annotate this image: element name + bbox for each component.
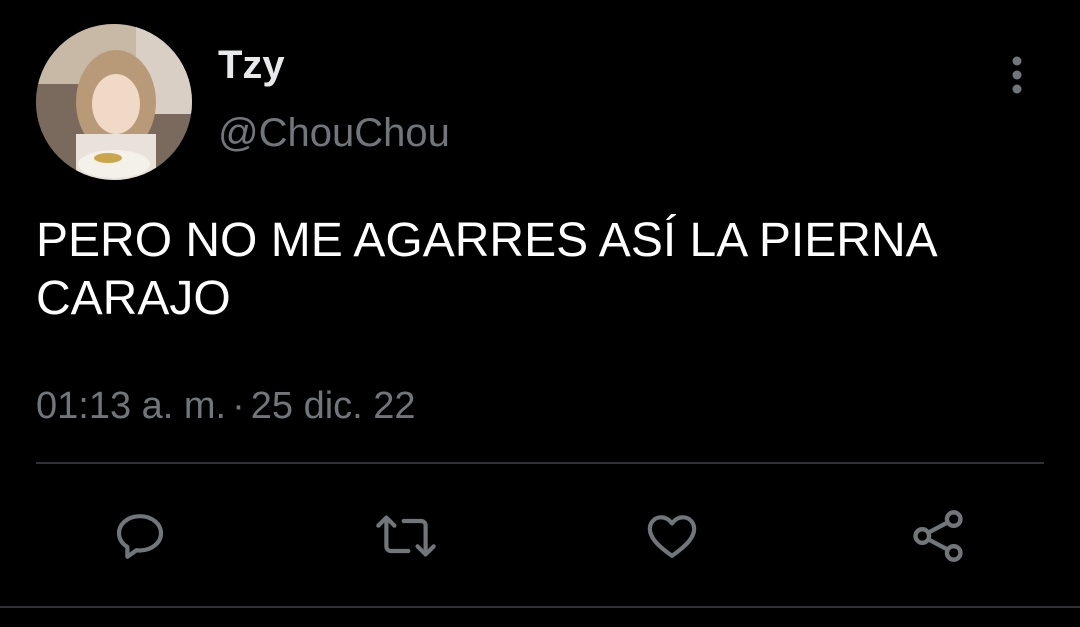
avatar[interactable] (36, 24, 192, 180)
retweet-button[interactable] (374, 504, 438, 568)
tweet-text: PERO NO ME AGARRES ASÍ LA PIERNA CARAJO (36, 214, 938, 325)
bottom-divider (0, 606, 1080, 608)
display-name[interactable]: Tzy (218, 42, 285, 88)
heart-icon (647, 515, 697, 558)
share-button[interactable] (906, 504, 970, 568)
tweet-timestamp[interactable]: 01:13 a. m. · 25 dic. 22 (36, 384, 416, 428)
timestamp-separator: · (232, 385, 245, 427)
divider (36, 462, 1044, 464)
avatar-photo (36, 24, 192, 180)
reply-icon (116, 514, 164, 559)
more-vertical-icon (1012, 56, 1022, 94)
share-icon (913, 510, 963, 562)
user-handle[interactable]: @ChouChou (218, 110, 450, 156)
tweet-card: Tzy @ChouChou PERO NO ME AGARRES ASÍ LA … (0, 0, 1080, 627)
reply-button[interactable] (108, 504, 172, 568)
retweet-icon (376, 515, 436, 557)
like-button[interactable] (640, 504, 704, 568)
tweet-date: 25 dic. 22 (250, 385, 416, 427)
more-options-button[interactable] (992, 50, 1042, 100)
tweet-time: 01:13 a. m. (36, 385, 227, 427)
